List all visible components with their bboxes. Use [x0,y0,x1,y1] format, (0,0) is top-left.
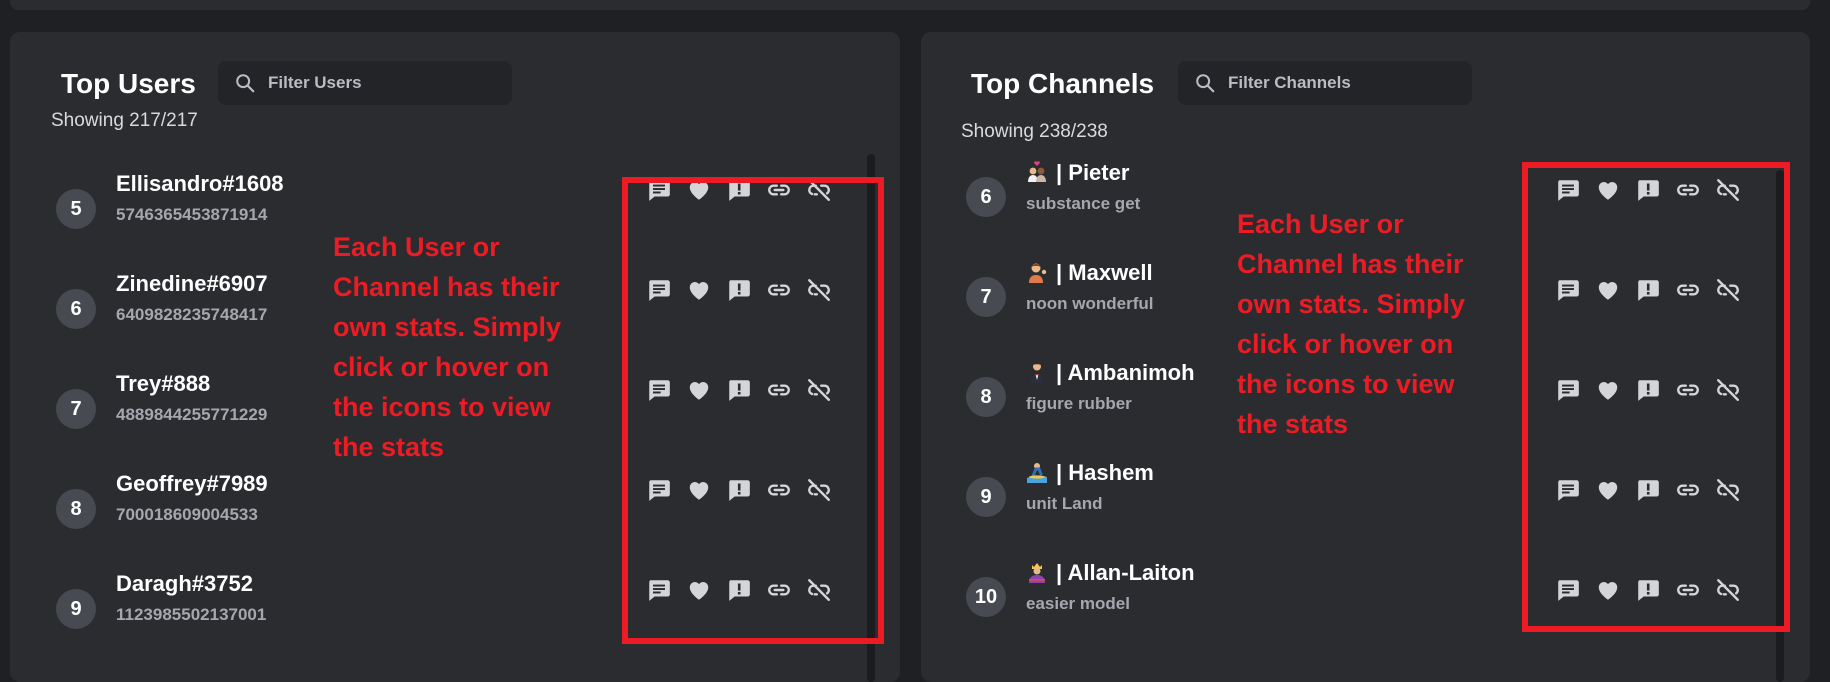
channel-topic: easier model [1026,594,1130,613]
icons-highlight-box [622,177,884,644]
rank-badge: 8 [966,377,1006,417]
user-name[interactable]: Ellisandro#1608 [116,171,284,197]
users-showing-count: Showing 217/217 [51,110,198,131]
person-tipping-hand-emoji [1026,260,1048,284]
channel-topic: noon wonderful [1026,294,1154,313]
channel-name-wrap[interactable]: | Hashem [1026,460,1154,486]
top-users-panel: Top Users Showing 217/217 5 Ellisandro#16… [10,32,900,682]
user-id: 1123985502137001 [116,605,267,624]
channel-row[interactable]: 9 | Hashem unit Land [921,457,1501,537]
rank-badge: 5 [56,189,96,229]
person-with-crown-emoji [1026,560,1048,584]
top-channels-panel: Top Channels Showing 238/238 6 | Pieter su… [921,32,1810,682]
person-in-tuxedo-emoji [1026,360,1048,384]
channel-topic: unit Land [1026,494,1103,513]
channel-name: | Maxwell [1056,260,1153,285]
users-annotation: Each User or Channel has their own stats… [333,232,562,462]
channels-panel-title: Top Channels [971,68,1155,99]
user-id: 700018609004533 [116,505,258,524]
rank-badge: 9 [966,477,1006,517]
user-name[interactable]: Daragh#3752 [116,571,253,597]
user-id: 5746365453871914 [116,205,268,224]
channel-row[interactable]: 10 | Allan-Laiton easier model [921,557,1501,637]
filter-users-box[interactable] [218,61,512,105]
filter-users-input[interactable] [266,72,490,94]
channel-topic: figure rubber [1026,394,1132,413]
search-icon [1196,74,1215,93]
icons-highlight-box [1522,162,1790,632]
channels-showing-count: Showing 238/238 [961,121,1108,142]
rank-badge: 9 [56,589,96,629]
user-name[interactable]: Zinedine#6907 [116,271,268,297]
filter-channels-box[interactable] [1178,61,1472,105]
channel-name: | Ambanimoh [1056,360,1195,385]
channel-name-wrap[interactable]: | Pieter [1026,160,1129,186]
rank-badge: 7 [56,389,96,429]
user-id: 4889844255771229 [116,405,268,424]
channel-name-wrap[interactable]: | Ambanimoh [1026,360,1195,386]
search-icon [236,74,255,93]
channel-name: | Pieter [1056,160,1130,185]
rank-badge: 6 [966,177,1006,217]
filter-channels-input[interactable] [1226,72,1450,94]
channel-name: | Allan-Laiton [1056,560,1195,585]
user-row[interactable]: 9 Daragh#3752 1123985502137001 [10,567,610,647]
channels-annotation: Each User or Channel has their own stats… [1237,209,1466,439]
users-panel-title: Top Users [61,68,196,99]
channel-topic: substance get [1026,194,1141,213]
couple-heart-emoji [1026,160,1048,184]
user-id: 6409828235748417 [116,305,268,324]
rank-badge: 7 [966,277,1006,317]
user-name[interactable]: Trey#888 [116,371,210,397]
rank-badge: 6 [56,289,96,329]
channel-name-wrap[interactable]: | Allan-Laiton [1026,560,1195,586]
rank-badge: 10 [966,577,1006,617]
user-row[interactable]: 8 Geoffrey#7989 700018609004533 [10,467,610,547]
rank-badge: 8 [56,489,96,529]
channel-name: | Hashem [1056,460,1154,485]
channel-name-wrap[interactable]: | Maxwell [1026,260,1153,286]
user-name[interactable]: Geoffrey#7989 [116,471,268,497]
surfer-emoji [1026,460,1048,484]
top-bar [10,0,1810,10]
